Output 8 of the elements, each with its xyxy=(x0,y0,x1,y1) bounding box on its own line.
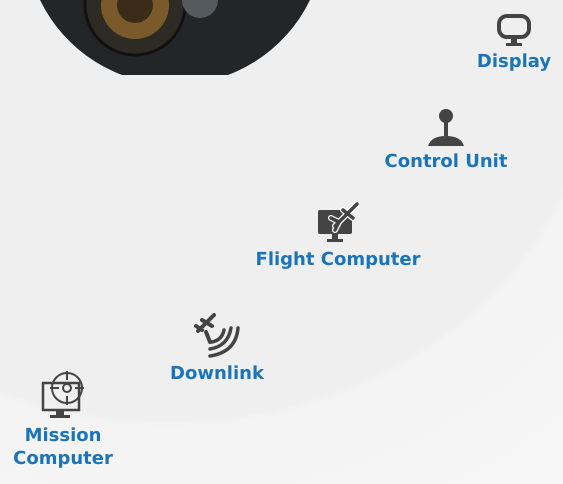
node-label: Downlink xyxy=(170,362,264,386)
node-label: Mission Computer xyxy=(12,424,114,471)
monitor-icon xyxy=(497,14,531,46)
node-label: Display xyxy=(476,50,552,74)
node-label: Control Unit xyxy=(384,150,508,174)
joystick-icon xyxy=(427,108,465,146)
node-label: Flight Computer xyxy=(256,248,420,272)
monitor-crosshair-icon xyxy=(40,370,86,420)
